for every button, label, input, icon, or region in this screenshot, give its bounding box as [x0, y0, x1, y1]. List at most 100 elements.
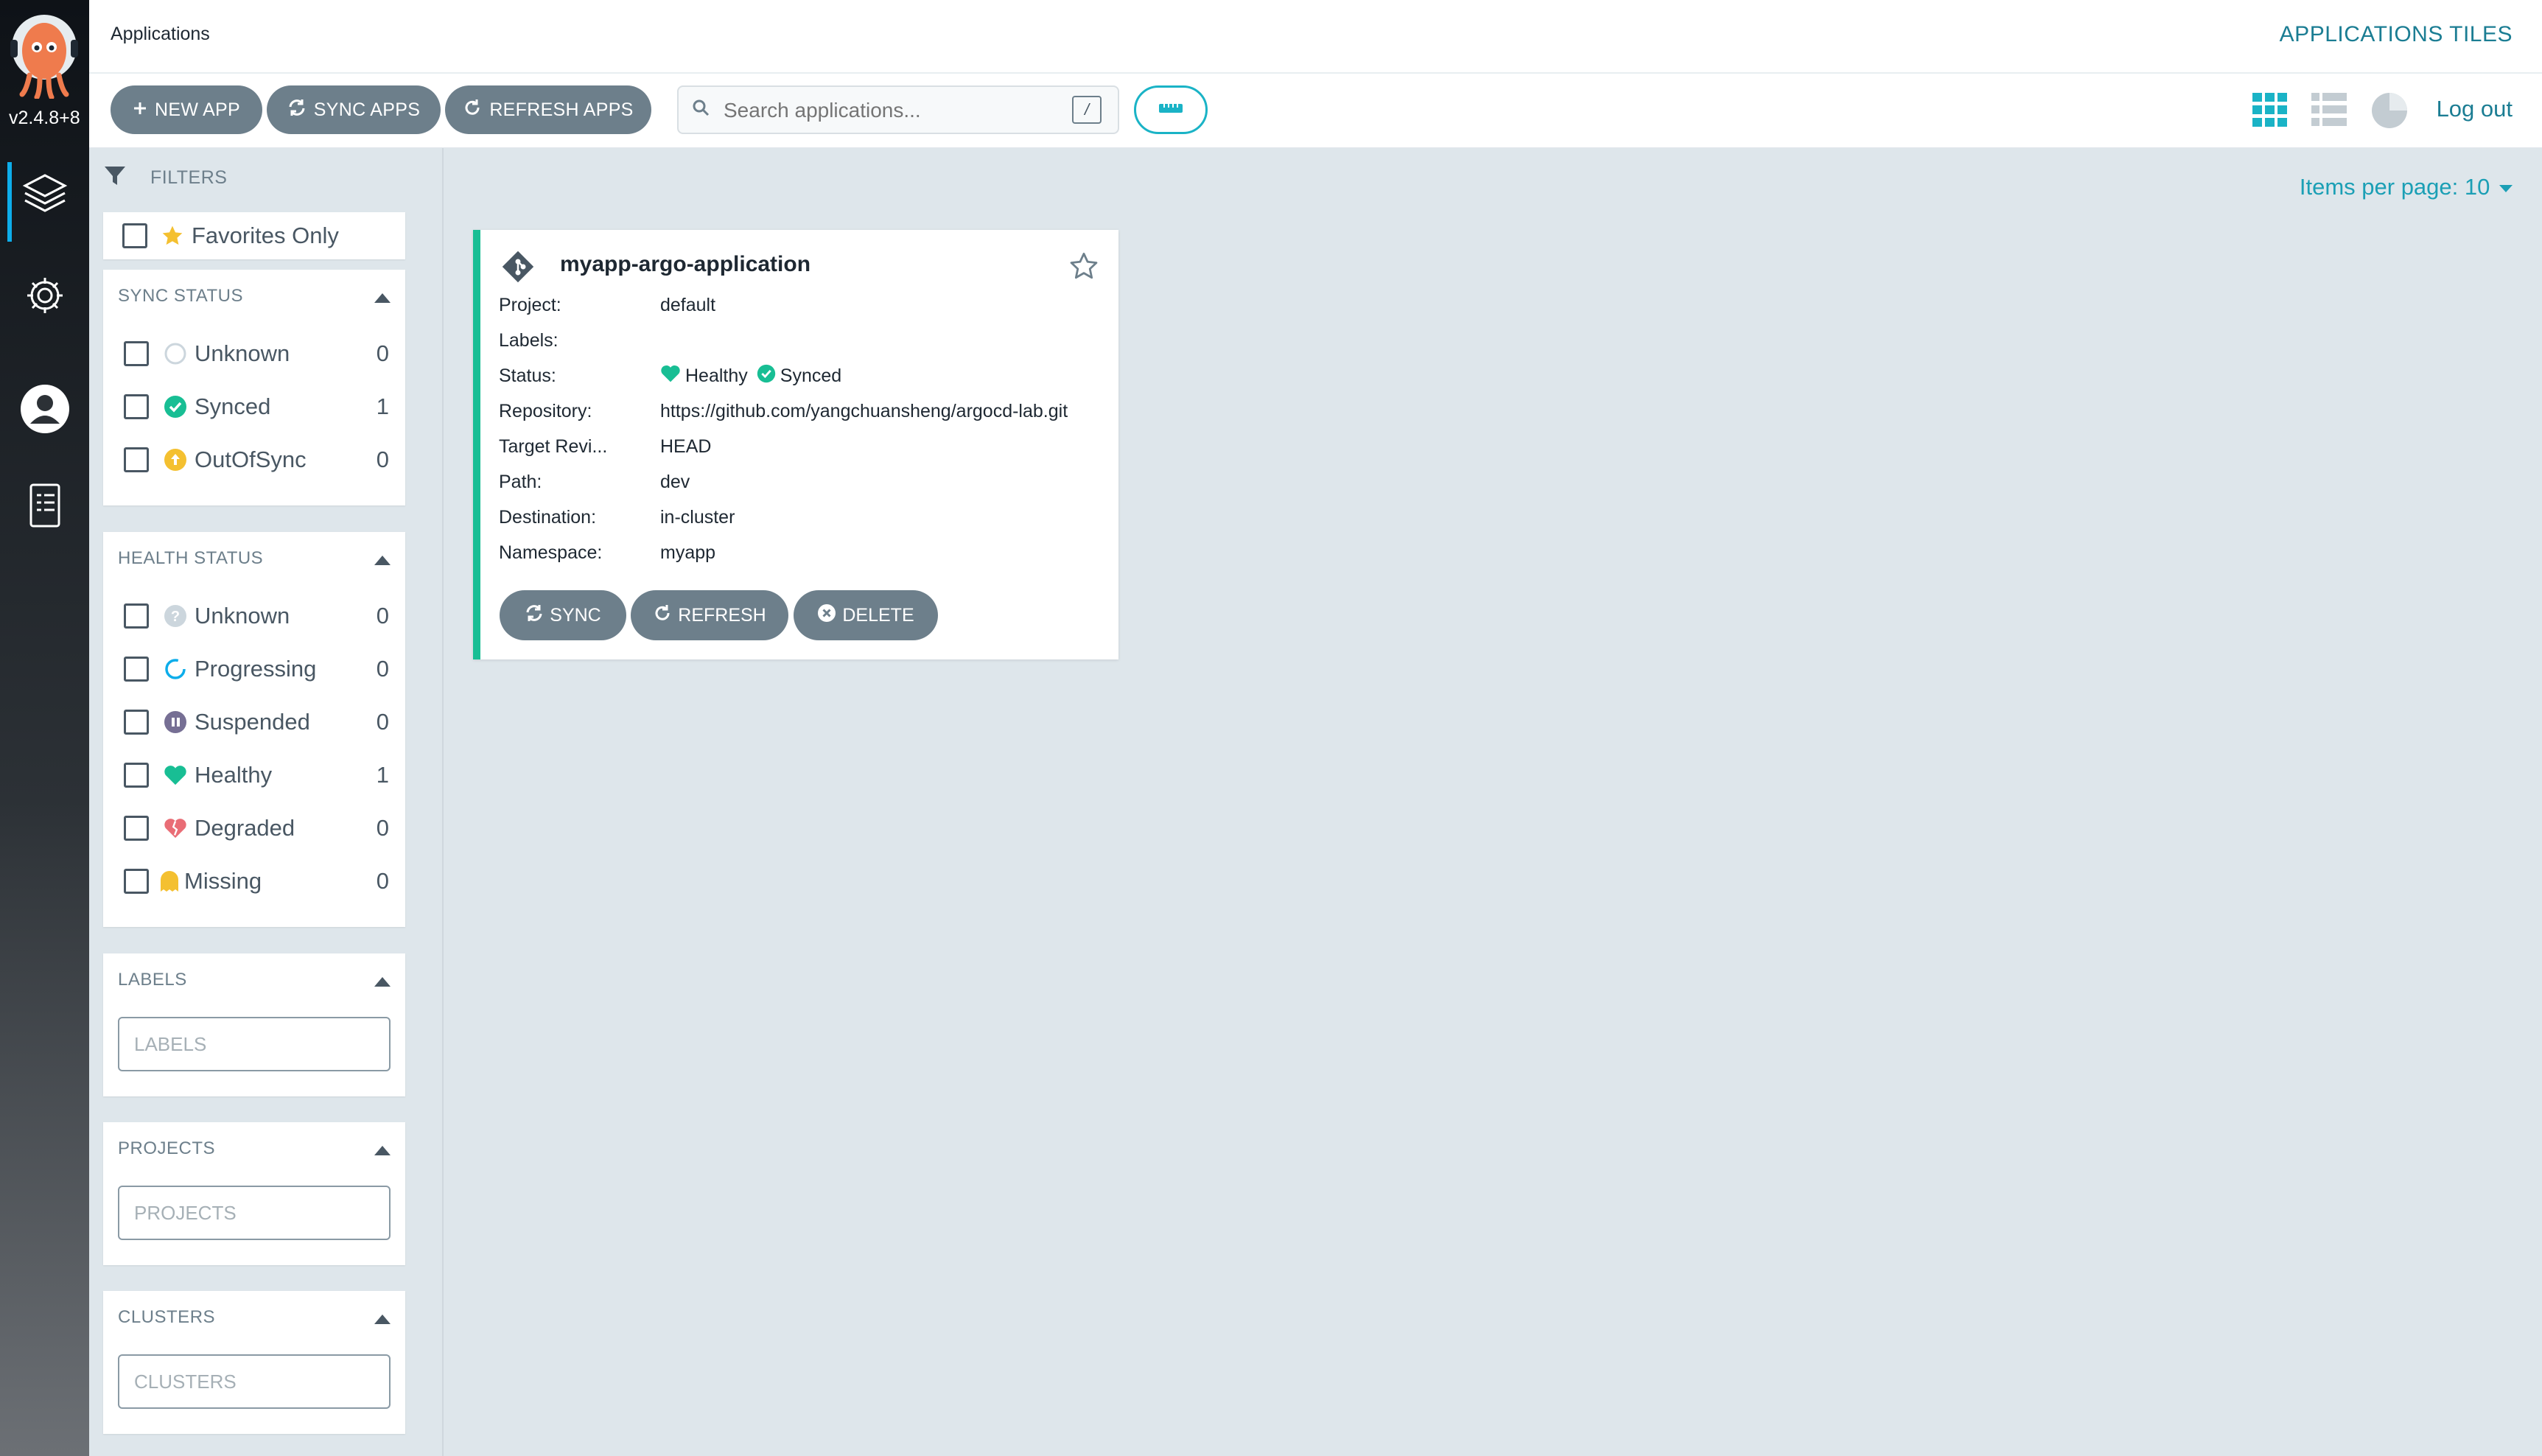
refresh-apps-button[interactable]: REFRESH APPS	[445, 85, 651, 134]
checkbox[interactable]	[124, 869, 149, 894]
labels-input[interactable]	[118, 1017, 391, 1071]
favorites-label: Favorites Only	[192, 223, 339, 248]
field-value-project: default	[660, 295, 716, 315]
filters-label: FILTERS	[150, 167, 228, 188]
checkbox[interactable]	[124, 447, 149, 472]
collapse-caret-icon[interactable]	[374, 1146, 391, 1155]
search-icon	[691, 98, 712, 122]
checkbox[interactable]	[124, 763, 149, 788]
nav-applications[interactable]	[0, 155, 89, 236]
health-filter-degraded[interactable]: Degraded 0	[124, 810, 389, 847]
argo-logo[interactable]	[7, 10, 81, 100]
projects-input[interactable]	[118, 1186, 391, 1240]
tiles-view-icon[interactable]	[2252, 93, 2288, 130]
delete-label: DELETE	[842, 604, 914, 626]
sync-filter-unknown[interactable]: Unknown 0	[124, 335, 389, 372]
filter-label: Degraded	[195, 815, 295, 841]
filter-count: 1	[376, 762, 389, 788]
labels-panel: LABELS	[103, 953, 405, 1096]
health-status-text: Healthy	[685, 365, 748, 386]
field-value-destination: in-cluster	[660, 507, 735, 528]
namespace-toggle-button[interactable]	[1134, 85, 1208, 134]
checkbox[interactable]	[124, 710, 149, 735]
filter-label: Progressing	[195, 656, 317, 682]
items-per-page-selector[interactable]: Items per page: 10	[2300, 174, 2513, 200]
field-key-repository: Repository:	[499, 401, 592, 421]
svg-text:?: ?	[171, 609, 180, 625]
summary-view-icon[interactable]	[2370, 91, 2409, 133]
health-status-panel: HEALTH STATUS ? Unknown 0 Progressing 0 …	[103, 532, 405, 927]
refresh-icon	[653, 603, 672, 628]
heart-icon	[660, 364, 681, 388]
times-circle-icon	[817, 603, 836, 628]
field-value-status: Healthy Synced	[660, 364, 841, 388]
nav-documentation[interactable]	[0, 467, 89, 548]
docs-icon	[27, 482, 63, 534]
labels-title: LABELS	[118, 970, 187, 990]
filter-count: 0	[376, 340, 389, 366]
checkbox[interactable]	[124, 657, 149, 682]
checkbox[interactable]	[124, 341, 149, 366]
field-key-status: Status:	[499, 365, 556, 386]
nav-settings[interactable]	[0, 256, 89, 337]
projects-title: PROJECTS	[118, 1138, 216, 1158]
refresh-label: REFRESH	[678, 604, 766, 626]
caret-down-icon	[2499, 184, 2513, 192]
field-key-path: Path:	[499, 472, 542, 492]
broken-heart-icon	[164, 816, 187, 840]
sync-status-panel: SYNC STATUS Unknown 0 Synced 1 OutOfSync…	[103, 270, 405, 505]
health-filter-missing[interactable]: Missing 0	[124, 863, 389, 900]
health-filter-healthy[interactable]: Healthy 1	[124, 757, 389, 794]
filter-count: 0	[376, 447, 389, 472]
field-key-project: Project:	[499, 295, 561, 315]
collapse-caret-icon[interactable]	[374, 977, 391, 987]
app-sync-button[interactable]: SYNC	[500, 590, 626, 640]
view-title: APPLICATIONS TILES	[2279, 22, 2513, 46]
field-value-target-revision: HEAD	[660, 436, 712, 457]
pause-circle-icon	[164, 710, 187, 734]
top-header	[89, 0, 2542, 74]
git-icon	[500, 248, 536, 289]
health-filter-progressing[interactable]: Progressing 0	[124, 651, 389, 687]
checkbox[interactable]	[124, 394, 149, 419]
favorites-filter[interactable]: Favorites Only	[122, 217, 388, 254]
list-view-icon[interactable]	[2311, 93, 2347, 130]
health-filter-suspended[interactable]: Suspended 0	[124, 704, 389, 741]
circle-notch-icon	[164, 342, 187, 365]
star-icon	[161, 224, 184, 248]
app-name[interactable]: myapp-argo-application	[560, 252, 810, 277]
checkbox[interactable]	[124, 603, 149, 629]
refresh-icon	[463, 98, 482, 122]
sync-label: SYNC	[550, 604, 601, 626]
ruler-icon	[1158, 103, 1183, 117]
favorites-checkbox[interactable]	[122, 223, 147, 248]
search-input[interactable]	[722, 95, 1064, 126]
logout-link[interactable]: Log out	[2437, 96, 2513, 122]
projects-panel: PROJECTS	[103, 1122, 405, 1265]
sync-filter-synced[interactable]: Synced 1	[124, 388, 389, 425]
field-key-destination: Destination:	[499, 507, 597, 528]
app-refresh-button[interactable]: REFRESH	[631, 590, 788, 640]
field-key-labels: Labels:	[499, 330, 559, 351]
collapse-caret-icon[interactable]	[374, 293, 391, 303]
favorite-star-icon[interactable]	[1068, 251, 1099, 285]
spinner-icon	[164, 657, 187, 681]
page-title: Applications	[111, 24, 210, 44]
app-delete-button[interactable]: DELETE	[794, 590, 938, 640]
checkbox[interactable]	[124, 816, 149, 841]
heart-icon	[164, 763, 187, 787]
sync-filter-outofsync[interactable]: OutOfSync 0	[124, 441, 389, 478]
new-app-button[interactable]: NEW APP	[111, 85, 262, 134]
collapse-caret-icon[interactable]	[374, 1315, 391, 1324]
check-circle-icon	[164, 395, 187, 419]
clusters-input[interactable]	[118, 1354, 391, 1409]
collapse-caret-icon[interactable]	[374, 556, 391, 565]
health-filter-unknown[interactable]: ? Unknown 0	[124, 598, 389, 634]
sync-apps-button[interactable]: SYNC APPS	[267, 85, 441, 134]
sync-status-text: Synced	[780, 365, 842, 386]
health-status-title: HEALTH STATUS	[118, 548, 264, 568]
field-key-namespace: Namespace:	[499, 542, 603, 563]
filter-count: 0	[376, 709, 389, 735]
nav-user-info[interactable]	[0, 370, 89, 451]
filter-label: Synced	[195, 393, 271, 419]
